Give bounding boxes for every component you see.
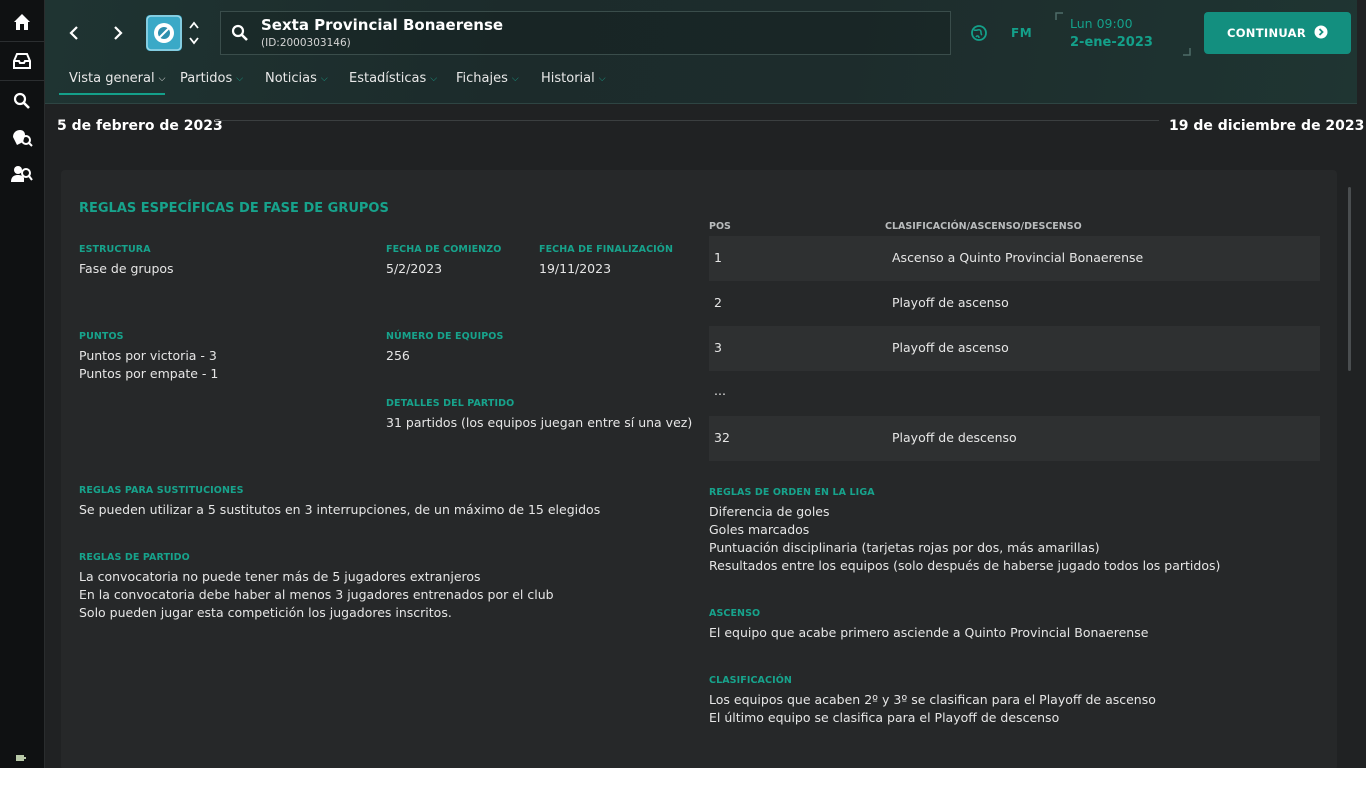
sustituciones-label: REGLAS PARA SUSTITUCIONES bbox=[79, 485, 244, 496]
chevron-down-icon: ⌵ bbox=[598, 73, 606, 84]
fecha-fin-label: FECHA DE FINALIZACIÓN bbox=[539, 244, 674, 255]
clasificacion-line: Los equipos que acaben 2º y 3º se clasif… bbox=[709, 692, 1156, 707]
inbox-icon[interactable] bbox=[10, 49, 34, 73]
home-icon[interactable] bbox=[10, 10, 34, 34]
reglas-partido-line: Solo pueden jugar esta competición los j… bbox=[79, 605, 452, 620]
row-desc: Playoff de descenso bbox=[892, 430, 1017, 445]
arrow-circle-icon bbox=[1314, 25, 1328, 42]
back-button[interactable] bbox=[63, 22, 85, 44]
chevron-down-icon: ⌵ bbox=[511, 73, 519, 84]
staff-search-icon[interactable] bbox=[10, 162, 34, 186]
date-date: 2-ene-2023 bbox=[1070, 35, 1153, 50]
status-indicator-icon bbox=[16, 747, 26, 761]
ascenso-value: El equipo que acabe primero asciende a Q… bbox=[709, 625, 1149, 640]
col-header-clasificacion: CLASIFICACIÓN/ASCENSO/DESCENSO bbox=[885, 221, 1082, 232]
estructura-label: ESTRUCTURA bbox=[79, 244, 151, 255]
tab-historial[interactable]: Historial ⌵ bbox=[541, 71, 606, 86]
chevron-down-icon: ⌵ bbox=[430, 73, 438, 84]
range-timeline bbox=[215, 120, 1159, 121]
row-pos: 2 bbox=[714, 295, 722, 310]
num-equipos-label: NÚMERO DE EQUIPOS bbox=[386, 331, 504, 342]
section-title: REGLAS ESPECÍFICAS DE FASE DE GRUPOS bbox=[79, 201, 389, 216]
page-title: Sexta Provincial Bonaerense bbox=[261, 16, 504, 34]
orden-line: Diferencia de goles bbox=[709, 504, 830, 519]
competition-logo[interactable] bbox=[146, 15, 182, 51]
detalles-label: DETALLES DEL PARTIDO bbox=[386, 398, 515, 409]
active-tab-indicator bbox=[59, 93, 165, 95]
table-row[interactable]: 2 Playoff de ascenso bbox=[709, 281, 1320, 326]
tab-noticias[interactable]: Noticias ⌵ bbox=[265, 71, 328, 86]
orden-line: Resultados entre los equipos (solo despu… bbox=[709, 558, 1221, 573]
tab-label: Fichajes bbox=[456, 71, 508, 86]
tab-label: Historial bbox=[541, 71, 595, 86]
table-row[interactable]: 1 Ascenso a Quinto Provincial Bonaerense bbox=[709, 236, 1320, 281]
tab-label: Partidos bbox=[180, 71, 233, 86]
row-pos: ... bbox=[714, 383, 726, 398]
puntos-victoria: Puntos por victoria - 3 bbox=[79, 348, 217, 363]
rail-divider bbox=[0, 80, 44, 81]
reglas-partido-line: En la convocatoria debe haber al menos 3… bbox=[79, 587, 554, 602]
fecha-comienzo-value: 5/2/2023 bbox=[386, 261, 443, 276]
search-bar[interactable]: Sexta Provincial Bonaerense (ID:20003031… bbox=[220, 11, 951, 55]
reglas-partido-line: La convocatoria no puede tener más de 5 … bbox=[79, 569, 481, 584]
ascenso-label: ASCENSO bbox=[709, 608, 761, 619]
continue-label: CONTINUAR bbox=[1226, 26, 1307, 40]
date-day: Lun 09:00 bbox=[1070, 16, 1133, 31]
orden-line: Puntuación disciplinaria (tarjetas rojas… bbox=[709, 540, 1100, 555]
scout-icon[interactable] bbox=[10, 126, 34, 150]
tab-label: Noticias bbox=[265, 71, 317, 86]
row-pos: 1 bbox=[714, 250, 722, 265]
scrollbar-thumb[interactable] bbox=[1348, 187, 1351, 371]
app-window: Sexta Provincial Bonaerense (ID:20003031… bbox=[0, 0, 1366, 768]
col-header-pos: POS bbox=[709, 221, 731, 232]
estructura-value: Fase de grupos bbox=[79, 261, 174, 276]
range-start-date: 5 de febrero de 2023 bbox=[57, 118, 223, 134]
detalles-value: 31 partidos (los equipos juegan entre sí… bbox=[386, 415, 693, 430]
puntos-empate: Puntos por empate - 1 bbox=[79, 366, 219, 381]
tab-fichajes[interactable]: Fichajes ⌵ bbox=[456, 71, 519, 86]
sustituciones-value: Se pueden utilizar a 5 sustitutos en 3 i… bbox=[79, 502, 601, 517]
page-subtitle: (ID:2000303146) bbox=[261, 37, 351, 49]
row-pos: 32 bbox=[714, 430, 730, 445]
row-desc: Playoff de ascenso bbox=[892, 295, 1009, 310]
top-header: Sexta Provincial Bonaerense (ID:20003031… bbox=[45, 0, 1357, 104]
search-icon bbox=[231, 24, 249, 46]
tab-label: Estadísticas bbox=[349, 71, 427, 86]
puntos-label: PUNTOS bbox=[79, 331, 124, 342]
chevron-down-icon: ⌵ bbox=[236, 73, 244, 84]
num-equipos-value: 256 bbox=[386, 348, 410, 363]
clasificacion-label: CLASIFICACIÓN bbox=[709, 675, 792, 686]
clasificacion-line: El último equipo se clasifica para el Pl… bbox=[709, 710, 1060, 725]
tab-partidos[interactable]: Partidos ⌵ bbox=[180, 71, 243, 86]
orden-line: Goles marcados bbox=[709, 522, 810, 537]
tab-label: Vista general bbox=[69, 71, 155, 86]
rail-divider bbox=[0, 41, 44, 42]
orden-label: REGLAS DE ORDEN EN LA LIGA bbox=[709, 487, 875, 498]
table-row[interactable]: 32 Playoff de descenso bbox=[709, 416, 1320, 461]
fm-logo[interactable]: FM bbox=[1011, 26, 1032, 40]
table-row[interactable]: 3 Playoff de ascenso bbox=[709, 326, 1320, 371]
forward-button[interactable] bbox=[107, 22, 129, 44]
row-desc: Ascenso a Quinto Provincial Bonaerense bbox=[892, 250, 1144, 265]
search-icon[interactable] bbox=[10, 89, 34, 113]
left-sidebar bbox=[0, 0, 45, 768]
reglas-partido-label: REGLAS DE PARTIDO bbox=[79, 552, 190, 563]
chevron-down-icon: ⌵ bbox=[158, 73, 166, 84]
game-date[interactable]: Lun 09:00 2-ene-2023 bbox=[1055, 12, 1191, 56]
tab-estadisticas[interactable]: Estadísticas ⌵ bbox=[349, 71, 437, 86]
row-pos: 3 bbox=[714, 340, 722, 355]
table-row: ... bbox=[709, 371, 1320, 416]
continue-button[interactable]: CONTINUAR bbox=[1204, 12, 1351, 54]
range-end-date: 19 de diciembre de 2023 bbox=[1169, 118, 1365, 134]
chevron-down-icon: ⌵ bbox=[320, 73, 328, 84]
fecha-comienzo-label: FECHA DE COMIENZO bbox=[386, 244, 502, 255]
globe-icon[interactable] bbox=[970, 24, 988, 46]
row-desc: Playoff de ascenso bbox=[892, 340, 1009, 355]
fecha-fin-value: 19/11/2023 bbox=[539, 261, 612, 276]
tab-vista-general[interactable]: Vista general ⌵ bbox=[69, 71, 165, 86]
competition-switcher[interactable] bbox=[187, 19, 201, 47]
